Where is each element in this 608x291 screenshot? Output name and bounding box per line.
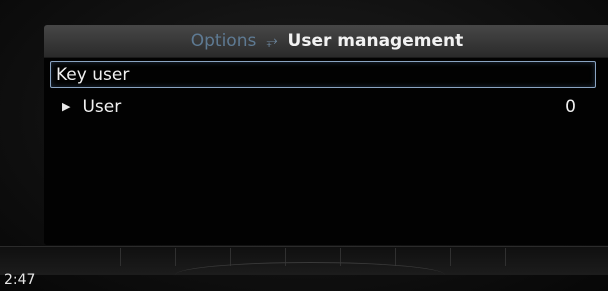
list-item-label: Key user	[56, 64, 130, 85]
breadcrumb-parent[interactable]: Options	[191, 31, 257, 51]
softkey-divider	[395, 248, 396, 266]
softkey-divider	[175, 248, 176, 266]
list-item-value: 0	[565, 96, 576, 117]
list-item-user[interactable]: ▶ User 0	[50, 93, 596, 120]
clock: 2:47	[4, 272, 36, 288]
list-item-key-user[interactable]: Key user	[50, 61, 596, 88]
softkey-divider	[230, 248, 231, 266]
softkey-divider	[120, 248, 121, 266]
back-arrow-icon: ⥅	[266, 33, 278, 49]
page-title: User management	[287, 31, 464, 51]
triangle-right-icon: ▶	[62, 100, 71, 113]
breadcrumb: Options ⥅ User management	[44, 25, 608, 58]
screen: Options ⥅ User management Key user ▶ Use…	[44, 25, 608, 245]
softkey-divider	[505, 248, 506, 266]
list-item-label: User	[82, 96, 122, 117]
softkey-divider	[450, 248, 451, 266]
